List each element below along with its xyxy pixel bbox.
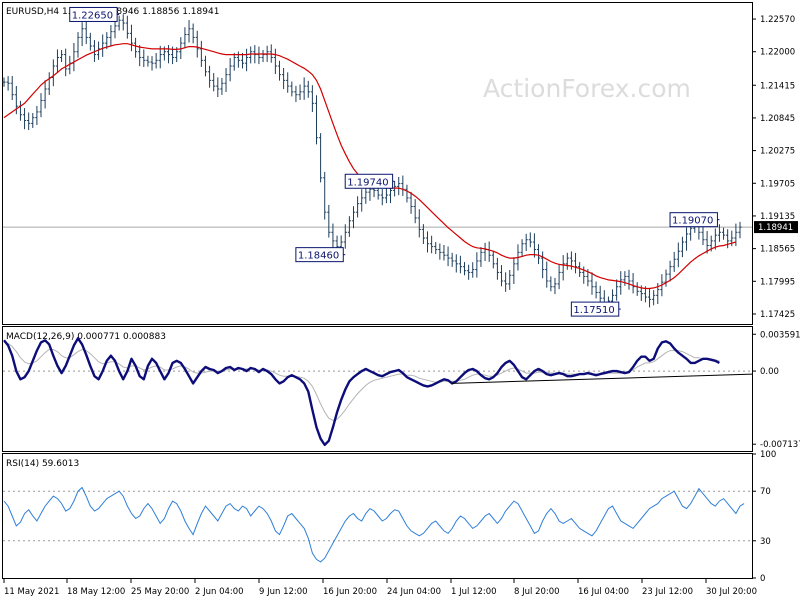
price-annotation: 1.18460 (295, 247, 346, 263)
rsi-panel-frame (2, 453, 753, 579)
price-tick-label: 1.19705 (760, 179, 795, 189)
price-tick-label: 1.19135 (760, 212, 795, 222)
svg-text:1.17510: 1.17510 (573, 305, 614, 316)
price-annotation: 1.19740 (344, 173, 395, 189)
price-tick-label: 1.17425 (760, 310, 795, 320)
macd-tick-label: -0.007137 (760, 440, 800, 450)
chart-canvas: ActionForex.com EURUSD,H4 1.18883 1.1894… (2, 2, 800, 597)
svg-text:1.22650: 1.22650 (72, 10, 113, 21)
current-price-label: 1.18941 (758, 223, 793, 233)
macd-panel-title: MACD(12,26,9) 0.000771 0.000883 (6, 332, 166, 342)
price-annotation: 1.17510 (570, 301, 621, 317)
rsi-panel-title: RSI(14) 59.6013 (6, 459, 79, 469)
x-tick-label: 1 Jul 12:00 (451, 587, 497, 597)
x-tick-label: 8 Jul 20:00 (514, 587, 560, 597)
macd-tick-label: 0.003591 (760, 330, 800, 340)
rsi-tick-label: 0 (760, 574, 765, 584)
price-tick-label: 1.22570 (760, 15, 795, 25)
x-tick-label: 2 Jun 04:00 (195, 587, 244, 597)
x-tick-label: 18 May 12:00 (67, 587, 125, 597)
x-tick-label: 16 Jun 20:00 (323, 587, 377, 597)
macd-tick-label: 0.00 (760, 367, 779, 377)
x-tick-label: 9 Jun 12:00 (259, 587, 308, 597)
price-tick-label: 1.21415 (760, 81, 795, 91)
price-tick-label: 1.18565 (760, 245, 795, 255)
watermark: ActionForex.com (483, 74, 691, 103)
price-annotation: 1.19070 (669, 212, 720, 228)
price-panel-frame (2, 2, 753, 325)
x-tick-label: 16 Jul 04:00 (578, 587, 629, 597)
x-tick-label: 24 Jun 04:00 (387, 587, 441, 597)
x-tick-label: 11 May 2021 (4, 587, 59, 597)
rsi-tick-label: 100 (760, 450, 776, 460)
x-tick-label: 30 Jul 20:00 (706, 587, 757, 597)
x-tick-label: 25 May 20:00 (131, 587, 189, 597)
x-tick-label: 23 Jul 12:00 (642, 587, 693, 597)
price-annotation: 1.22650 (69, 6, 120, 22)
svg-text:1.19740: 1.19740 (347, 177, 388, 188)
price-tick-label: 1.20845 (760, 114, 795, 124)
macd-panel-frame (2, 326, 753, 452)
rsi-tick-label: 70 (760, 487, 771, 497)
price-tick-label: 1.22000 (760, 48, 795, 58)
svg-text:1.19070: 1.19070 (672, 216, 713, 227)
svg-text:1.18460: 1.18460 (298, 251, 339, 262)
rsi-tick-label: 30 (760, 537, 771, 547)
price-tick-label: 1.17995 (760, 277, 795, 287)
price-tick-label: 1.20275 (760, 147, 795, 157)
